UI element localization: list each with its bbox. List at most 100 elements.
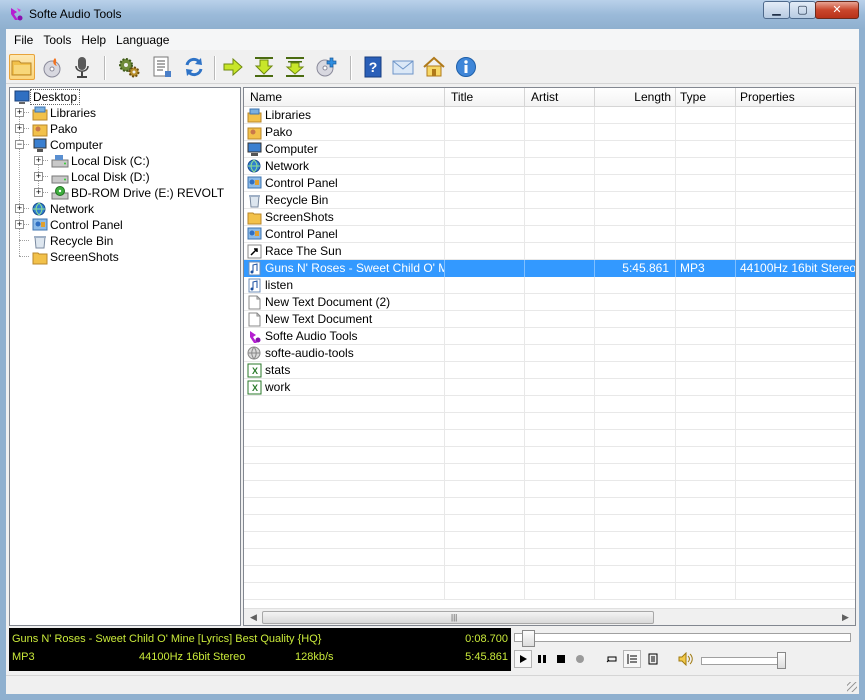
cell-title [445,243,525,260]
list-row[interactable]: Pako [244,124,855,141]
tree-item-network[interactable]: Network [32,201,96,217]
list-row[interactable]: Softe Audio Tools [244,328,855,345]
expand-toggle[interactable]: + [15,124,24,133]
volume-button[interactable] [677,650,695,668]
tree-item-local-disk-c[interactable]: Local Disk (C:) [51,153,152,169]
folder-tree[interactable]: Desktop + Libraries + Pako − Computer + … [9,87,241,626]
menu-bar: File Tools Help Language [6,29,859,50]
list-row[interactable]: Computer [244,141,855,158]
expand-toggle[interactable]: + [15,108,24,117]
menu-tools[interactable]: Tools [38,31,76,49]
cell-type [676,209,736,226]
maximize-button[interactable]: ▢ [789,1,816,19]
cell-type [676,192,736,209]
record-button[interactable] [571,650,589,668]
expand-toggle[interactable]: + [34,156,43,165]
volume-bar[interactable] [701,657,781,665]
cell-title [445,464,525,481]
cell-name: ScreenShots [244,209,445,226]
file-list[interactable]: Name Title Artist Length Type Properties… [243,87,856,626]
folder-button[interactable] [9,54,35,80]
list-row[interactable]: Xwork [244,379,855,396]
settings-button[interactable] [116,54,142,80]
list-row[interactable]: Network [244,158,855,175]
download-selected-button[interactable] [282,54,308,80]
play-button[interactable] [514,650,532,668]
seek-bar[interactable] [514,633,851,642]
expand-toggle[interactable]: + [34,188,43,197]
list-row[interactable]: Xstats [244,362,855,379]
scroll-thumb[interactable]: ||| [262,611,654,624]
list-row[interactable]: Race The Sun [244,243,855,260]
cell-props [736,226,855,243]
list-row[interactable]: listen [244,277,855,294]
list-row[interactable]: New Text Document [244,311,855,328]
record-button[interactable] [69,54,95,80]
scroll-right-button[interactable]: ▶ [838,611,853,624]
tree-item-control-panel[interactable]: Control Panel [32,217,125,233]
column-header-name[interactable]: Name [244,88,445,107]
burn-disc-button[interactable] [39,54,65,80]
playlist-mode-button[interactable] [623,650,641,668]
menu-language[interactable]: Language [111,31,174,49]
column-header-length[interactable]: Length [595,88,676,107]
home-button[interactable] [421,54,447,80]
recycle-bin-icon [34,235,46,248]
list-row[interactable]: Guns N' Roses - Sweet Child O' Min... 5:4… [244,260,855,277]
column-header-type[interactable]: Type [676,88,736,107]
scroll-left-button[interactable]: ◀ [246,611,261,624]
resize-grip[interactable] [847,682,857,692]
expand-toggle[interactable]: + [15,220,24,229]
minimize-button[interactable]: ▁ [763,1,790,19]
expand-toggle[interactable]: + [15,204,24,213]
email-button[interactable] [390,54,416,80]
list-row[interactable]: Control Panel [244,226,855,243]
cell-artist [525,192,595,209]
help-button[interactable]: ? [360,54,386,80]
tree-item-libraries[interactable]: Libraries [32,105,98,121]
list-row[interactable]: Libraries [244,107,855,124]
menu-file[interactable]: File [9,31,38,49]
document-list-button[interactable] [149,54,175,80]
add-disc-button[interactable] [313,54,339,80]
list-row[interactable]: Recycle Bin [244,192,855,209]
close-button[interactable]: ✕ [815,1,859,19]
cell-artist [525,107,595,124]
cell-props [736,532,855,549]
forward-button[interactable] [220,54,246,80]
tree-item-screenshots[interactable]: ScreenShots [32,249,121,265]
tree-item-computer[interactable]: Computer [32,137,105,153]
cell-length [595,158,676,175]
list-row[interactable]: ScreenShots [244,209,855,226]
repeat-button[interactable] [603,650,621,668]
column-header-title[interactable]: Title [445,88,525,107]
info-button[interactable] [453,54,479,80]
volume-slider-thumb[interactable] [777,652,786,669]
cell-artist [525,294,595,311]
collapse-toggle[interactable]: − [15,140,24,149]
stop-button[interactable] [552,650,570,668]
list-row[interactable]: softe-audio-tools [244,345,855,362]
tree-item-pako[interactable]: Pako [32,121,79,137]
refresh-icon [185,57,203,77]
cell-name [244,583,445,600]
column-header-artist[interactable]: Artist [525,88,595,107]
menu-help[interactable]: Help [76,31,111,49]
list-row[interactable]: New Text Document (2) [244,294,855,311]
list-row[interactable]: Control Panel [244,175,855,192]
title-bar[interactable]: Softe Audio Tools ▁ ▢ ✕ [0,0,865,29]
playlist-button[interactable] [644,650,662,668]
expand-toggle[interactable]: + [34,172,43,181]
refresh-button[interactable] [181,54,207,80]
cell-title [445,124,525,141]
download-all-button[interactable] [251,54,277,80]
pause-button[interactable] [533,650,551,668]
column-header-properties[interactable]: Properties [736,88,855,107]
home-icon [423,56,445,77]
tree-item-desktop[interactable]: Desktop [14,89,81,105]
tree-item-bd-rom-drive[interactable]: BD-ROM Drive (E:) REVOLT [51,185,226,201]
tree-item-recycle-bin[interactable]: Recycle Bin [32,233,115,249]
tree-item-local-disk-d[interactable]: Local Disk (D:) [51,169,152,185]
horizontal-scrollbar[interactable]: ◀ ||| ▶ [244,608,855,625]
seek-slider-thumb[interactable] [522,630,536,647]
